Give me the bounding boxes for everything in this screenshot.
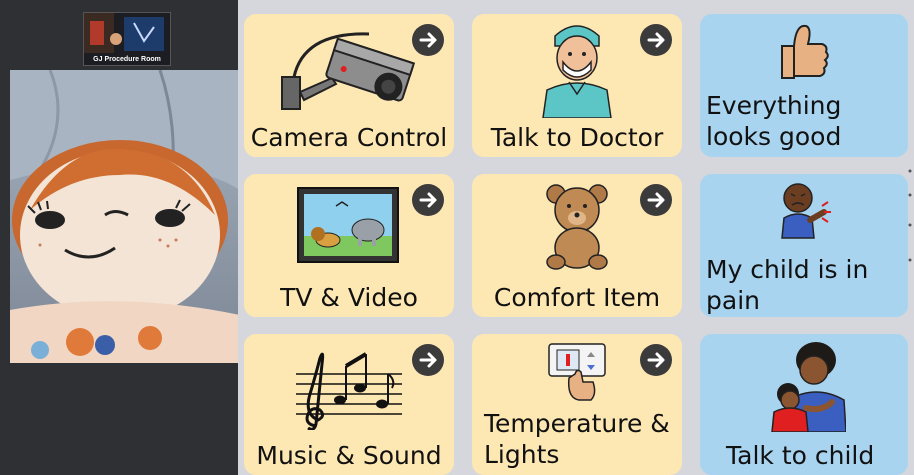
pain-icon xyxy=(781,183,831,239)
tile-music-and-sound[interactable]: Music & Sound xyxy=(244,334,454,475)
tile-label: Talk to Doctor xyxy=(490,123,664,152)
tile-camera-control[interactable]: Camera Control xyxy=(244,14,454,157)
tile-talk-to-child[interactable]: Talk to child xyxy=(700,334,908,475)
folder-arrow-icon xyxy=(640,184,672,216)
doctor-icon xyxy=(542,25,612,118)
remote-video[interactable] xyxy=(10,70,240,363)
camera-icon xyxy=(281,32,416,110)
folder-arrow-icon xyxy=(412,24,444,56)
tile-temperature-and-lights[interactable]: Temperature & Lights xyxy=(472,334,682,475)
teddy-bear-icon xyxy=(546,184,608,270)
tile-comfort-item[interactable]: Comfort Item xyxy=(472,174,682,317)
tile-label: Music & Sound xyxy=(256,441,442,470)
thumbnail-label: GJ Procedure Room xyxy=(93,56,161,63)
parent-hug-icon xyxy=(771,342,846,432)
music-notes-icon xyxy=(296,352,402,430)
doll-video-frame xyxy=(10,70,240,363)
tile-label: Camera Control xyxy=(250,123,448,152)
thermostat-icon xyxy=(548,343,606,401)
tile-label: TV & Video xyxy=(280,283,418,312)
tile-label: Talk to child xyxy=(726,441,875,470)
tile-label: Comfort Item xyxy=(493,283,661,312)
tile-label: Everything looks good xyxy=(706,91,842,151)
tile-my-child-is-in-pain[interactable]: My child is in pain xyxy=(700,174,908,317)
tile-tv-and-video[interactable]: TV & Video xyxy=(244,174,454,317)
tv-icon xyxy=(297,187,399,263)
self-view-thumbnail[interactable]: GJ Procedure Room xyxy=(83,12,171,66)
thumbs-up-icon xyxy=(781,24,829,79)
tile-talk-to-doctor[interactable]: Talk to Doctor xyxy=(472,14,682,157)
tile-everything-looks-good[interactable]: Everything looks good xyxy=(700,14,908,157)
folder-arrow-icon xyxy=(412,184,444,216)
folder-arrow-icon xyxy=(640,24,672,56)
scroll-indicator xyxy=(908,169,912,262)
tile-label: My child is in pain xyxy=(706,255,869,315)
tile-label: Temperature & Lights xyxy=(484,409,670,469)
folder-arrow-icon xyxy=(640,344,672,376)
folder-arrow-icon xyxy=(412,344,444,376)
